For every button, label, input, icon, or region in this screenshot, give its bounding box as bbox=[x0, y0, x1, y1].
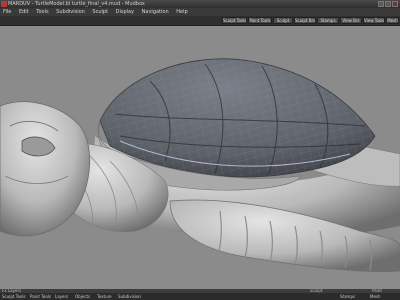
window-titlebar: MARDUV - TurtleModel.bl turtle_final_v4.… bbox=[0, 0, 400, 8]
shelf-tab-5[interactable]: Stamps bbox=[317, 17, 339, 24]
shelf-tab-6[interactable]: View Brs bbox=[340, 17, 362, 24]
menu-tools[interactable]: Tools bbox=[33, 8, 51, 16]
menu-help[interactable]: Help bbox=[173, 8, 190, 16]
shelf-tab-2[interactable]: Paint Tools bbox=[248, 17, 272, 24]
tray-sculpt-tools[interactable]: Sculpt Tools bbox=[2, 293, 26, 300]
menu-bar: File Edit Tools Subdivision Sculpt Displ… bbox=[0, 8, 400, 16]
tray-texture[interactable]: Texture bbox=[97, 293, 112, 300]
close-button[interactable] bbox=[392, 1, 398, 7]
shelf-tab-3[interactable]: Sculpt bbox=[273, 17, 293, 24]
shelf-tab-1[interactable]: Sculpt Tools bbox=[222, 17, 247, 24]
tray-objects[interactable]: Objects bbox=[75, 293, 90, 300]
window-title: MARDUV - TurtleModel.bl turtle_final_v4.… bbox=[8, 1, 145, 7]
tray-subdivision[interactable]: Subdivision bbox=[118, 293, 141, 300]
turtle-sculpt-render bbox=[0, 58, 400, 272]
tray-mesh[interactable]: Mesh bbox=[370, 293, 381, 300]
menu-subdivision[interactable]: Subdivision bbox=[53, 8, 88, 16]
menu-navigation[interactable]: Navigation bbox=[139, 8, 172, 16]
menu-edit[interactable]: Edit bbox=[16, 8, 32, 16]
app-icon bbox=[1, 1, 7, 7]
menu-sculpt[interactable]: Sculpt bbox=[89, 8, 111, 16]
shelf-tab-7[interactable]: View Tools bbox=[363, 17, 385, 24]
turtle-head bbox=[0, 101, 91, 237]
tray-stamps[interactable]: Stamps bbox=[340, 293, 355, 300]
3d-viewport[interactable] bbox=[0, 26, 400, 289]
tray-layers[interactable]: Layers bbox=[55, 293, 68, 300]
tray-paint-tools[interactable]: Paint Tools bbox=[30, 293, 51, 300]
maximize-button[interactable] bbox=[385, 1, 391, 7]
minimize-button[interactable] bbox=[378, 1, 384, 7]
menu-display[interactable]: Display bbox=[113, 8, 137, 16]
menu-file[interactable]: File bbox=[0, 8, 14, 16]
shelf-tab-8[interactable]: Mesh bbox=[386, 17, 399, 24]
shelf-toolbar: Sculpt Tools Paint Tools Sculpt Sculpt B… bbox=[0, 16, 400, 26]
bottom-tray: Sculpt Tools Paint Tools Layers Objects … bbox=[0, 293, 400, 300]
shelf-tab-4[interactable]: Sculpt Brs bbox=[294, 17, 316, 24]
